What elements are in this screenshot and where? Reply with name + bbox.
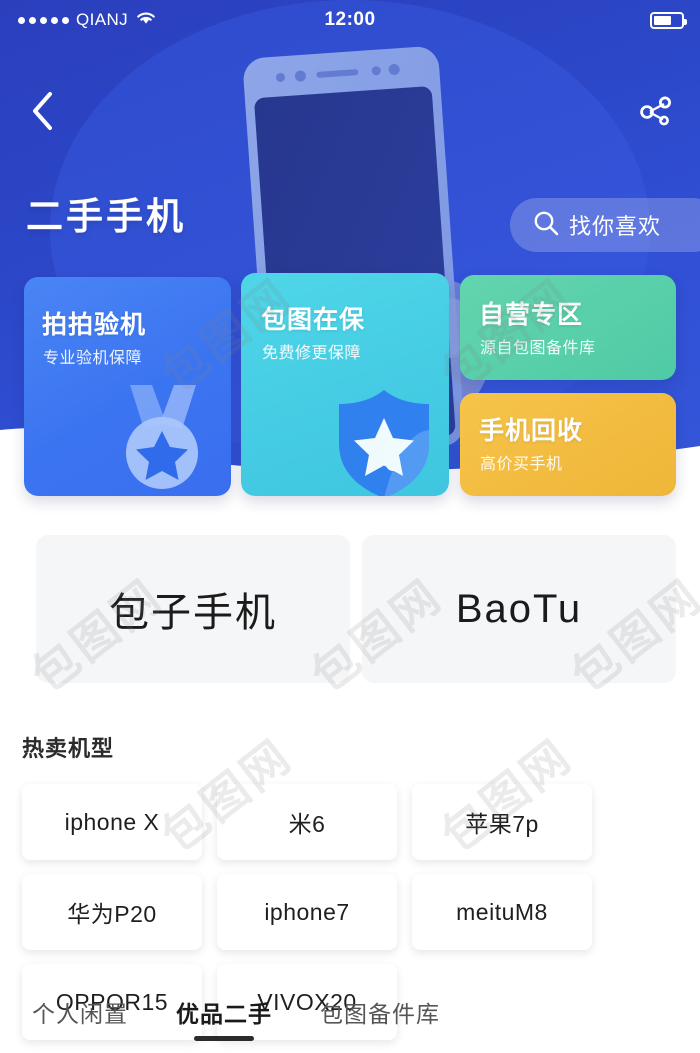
model-chip-label: 苹果7p	[465, 811, 539, 837]
tab-label: 个人闲置	[32, 1001, 128, 1027]
model-chip[interactable]: meituM8	[412, 874, 592, 950]
feature-card-subtitle: 源自包图备件库	[480, 340, 596, 357]
model-chip-label: meituM8	[456, 898, 548, 925]
feature-card-recycle[interactable]: 手机回收 高价买手机	[460, 393, 676, 496]
feature-card-subtitle: 高价买手机	[480, 456, 563, 473]
back-button[interactable]	[14, 84, 72, 142]
feature-card-subtitle: 免费修更保障	[262, 345, 362, 362]
status-bar: QIANJ 12:00	[0, 0, 700, 40]
battery-icon	[650, 11, 687, 29]
shield-star-icon	[339, 390, 429, 496]
feature-card-inspect[interactable]: 拍拍验机 专业验机保障	[24, 277, 231, 496]
section-title: 热卖机型	[22, 736, 115, 761]
model-chip[interactable]: 米6	[217, 784, 397, 860]
brand-tile-group: 包子手机 BaoTu	[0, 535, 700, 690]
clock-label: 12:00	[324, 9, 376, 30]
page-title: 二手手机	[26, 196, 186, 237]
feature-card-subtitle: 专业验机保障	[43, 350, 143, 367]
category-tab-bar: 个人闲置 优品二手 包图备件库	[0, 995, 700, 1053]
share-button[interactable]	[626, 84, 684, 142]
phone-screen: QIANJ 12:00 二手手机 找你喜欢 拍拍验机 专业验机保障 包图在保 免…	[0, 0, 700, 1053]
model-chip-label: iphone X	[64, 808, 160, 835]
search-button[interactable]: 找你喜欢	[510, 198, 700, 252]
feature-card-title: 手机回收	[479, 417, 584, 445]
feature-card-selfrun[interactable]: 自营专区 源自包图备件库	[460, 275, 676, 380]
model-chip[interactable]: 华为P20	[22, 874, 202, 950]
tab-label: 优品二手	[176, 1001, 272, 1027]
model-chip[interactable]: iphone7	[217, 874, 397, 950]
tab-personal-idle[interactable]: 个人闲置	[26, 995, 134, 1041]
model-chip-label: 华为P20	[67, 901, 157, 927]
model-chip[interactable]: iphone X	[22, 784, 202, 860]
search-label: 找你喜欢	[569, 214, 662, 239]
tab-label: 包图备件库	[320, 1001, 440, 1027]
medal-star-icon	[126, 385, 198, 489]
feature-card-title: 拍拍验机	[42, 311, 147, 339]
model-chip-label: 米6	[288, 811, 326, 837]
search-icon	[532, 209, 560, 242]
navigation-bar	[0, 78, 700, 152]
model-chip-label: iphone7	[264, 898, 350, 925]
brand-tile-label: BaoTu	[455, 586, 583, 631]
brand-tile-label: 包子手机	[109, 591, 277, 635]
feature-card-insure[interactable]: 包图在保 免费修更保障	[241, 273, 449, 496]
tab-premium-secondhand[interactable]: 优品二手	[170, 995, 278, 1041]
brand-tile[interactable]: 包子手机	[36, 535, 350, 683]
feature-card-title: 包图在保	[261, 306, 366, 334]
tab-parts-warehouse[interactable]: 包图备件库	[314, 995, 446, 1041]
model-chip[interactable]: 苹果7p	[412, 784, 592, 860]
status-bar-right	[650, 0, 687, 40]
feature-card-title: 自营专区	[479, 301, 584, 329]
chevron-left-icon	[30, 90, 56, 137]
brand-tile[interactable]: BaoTu	[362, 535, 676, 683]
share-icon	[635, 91, 675, 136]
